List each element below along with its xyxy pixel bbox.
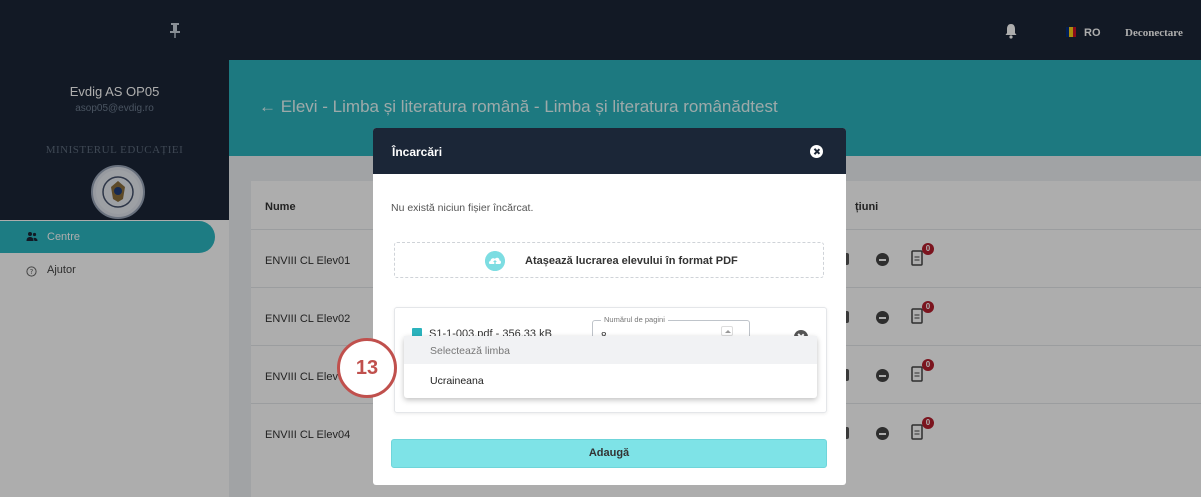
step-number-badge: 13: [337, 338, 397, 398]
dropdown-placeholder-text: Selectează limba: [430, 345, 510, 357]
dropdown-option-text: Ucraineana: [430, 375, 484, 387]
attach-pdf-label: Atașează lucrarea elevului în format PDF: [525, 255, 738, 267]
language-dropdown-placeholder[interactable]: Selectează limba: [404, 336, 817, 364]
page-count-stepper[interactable]: [721, 326, 733, 336]
cloud-upload-icon: [485, 251, 505, 271]
language-dropdown: Selectează limba Ucraineana: [404, 336, 817, 398]
close-icon[interactable]: [810, 145, 823, 158]
attach-pdf-dropzone[interactable]: Atașează lucrarea elevului în format PDF: [394, 242, 824, 278]
page-count-label: Numărul de pagini: [601, 315, 668, 324]
add-button[interactable]: Adaugă: [391, 439, 827, 468]
language-option-ucraineana[interactable]: Ucraineana: [404, 366, 817, 394]
uploads-dialog: Încarcări Nu există niciun fișier încărc…: [373, 128, 846, 485]
dialog-title: Încarcări: [392, 145, 443, 159]
dialog-header: Încarcări: [373, 128, 846, 174]
empty-state-text: Nu există niciun fișier încărcat.: [391, 202, 534, 214]
